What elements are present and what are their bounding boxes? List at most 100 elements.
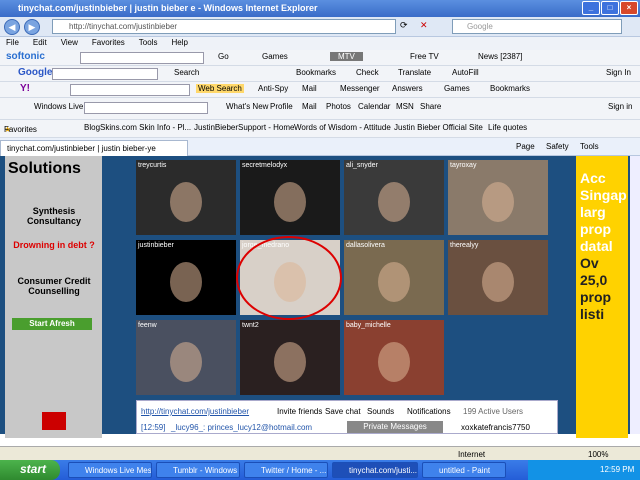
live-link-msn[interactable]: MSN bbox=[396, 102, 414, 111]
menu-tools[interactable]: Tools bbox=[139, 38, 158, 50]
camera-feed-treycurtis[interactable]: treycurtis bbox=[136, 160, 236, 235]
start-button[interactable]: start bbox=[0, 460, 60, 480]
fav-link-blogskins[interactable]: BlogSkins.com Skin Info - Pl... bbox=[84, 123, 191, 132]
left-advertisement[interactable] bbox=[5, 156, 102, 438]
camera-feed-secretmelodyx[interactable]: secretmelodyx bbox=[240, 160, 340, 235]
fav-link-bieber-support[interactable]: JustinBieberSupport - Home bbox=[194, 123, 295, 132]
camera-feed-therealyy[interactable]: therealyy bbox=[448, 240, 548, 315]
camera-feed-baby_michelle[interactable]: baby_michelle bbox=[344, 320, 444, 395]
softonic-games-button[interactable]: Games bbox=[262, 52, 288, 61]
camera-username: dallasolivera bbox=[346, 242, 385, 249]
fav-link-bieber-official[interactable]: Justin Bieber Official Site bbox=[394, 123, 483, 132]
zoom-level[interactable]: 100% bbox=[588, 450, 608, 459]
live-link-share[interactable]: Share bbox=[420, 102, 441, 111]
google-toolbar: Google Search Bookmarks Check Translate … bbox=[0, 66, 640, 82]
invite-friends-button[interactable]: Invite friends bbox=[277, 407, 322, 416]
ad-synthesis-text: Synthesis Consultancy bbox=[26, 206, 81, 226]
yahoo-bookmarks-button[interactable]: Bookmarks bbox=[490, 84, 530, 93]
messenger-button[interactable]: Messenger bbox=[340, 84, 380, 93]
camera-username: justinbieber bbox=[138, 242, 174, 249]
tools-menu-button[interactable]: Tools bbox=[580, 142, 599, 151]
menu-edit[interactable]: Edit bbox=[33, 38, 47, 50]
window-title-bar: tinychat.com/justinbieber | justin biebe… bbox=[0, 0, 640, 17]
google-logo: Google bbox=[18, 67, 53, 78]
save-chat-button[interactable]: Save chat bbox=[325, 407, 361, 416]
back-icon[interactable]: ◀ bbox=[4, 19, 20, 35]
live-signin-link[interactable]: Sign in bbox=[608, 102, 632, 111]
address-input[interactable]: http://tinychat.com/justinbieber bbox=[52, 19, 396, 34]
search-input[interactable]: Google bbox=[452, 19, 622, 34]
chat-message-text: _lucy96_: princes_lucy12@hotmail.com bbox=[171, 423, 313, 432]
menu-file[interactable]: File bbox=[6, 38, 19, 50]
tab-tinychat[interactable]: tinychat.com/justinbieber | justin biebe… bbox=[0, 140, 188, 156]
news-button[interactable]: News [2387] bbox=[478, 52, 522, 61]
system-tray: 12:59 PM bbox=[528, 460, 640, 480]
right-advertisement[interactable]: Acc Singap larg prop datal Ov 25,0 prop listi bbox=[576, 156, 628, 438]
answers-button[interactable]: Answers bbox=[392, 84, 423, 93]
chat-message-time: [12:59] bbox=[141, 423, 166, 432]
menu-help[interactable]: Help bbox=[171, 38, 187, 50]
notifications-checkbox[interactable]: Notifications bbox=[407, 407, 451, 416]
close-button[interactable]: × bbox=[620, 1, 638, 15]
sounds-checkbox[interactable]: Sounds bbox=[367, 407, 394, 416]
right-ad-line: prop bbox=[580, 221, 612, 237]
camera-username: twnt2 bbox=[242, 322, 259, 329]
webcam-person bbox=[170, 262, 202, 302]
autofill-button[interactable]: AutoFill bbox=[452, 68, 479, 77]
yahoo-mail-button[interactable]: Mail bbox=[302, 84, 317, 93]
task-paint[interactable]: untitled - Paint bbox=[422, 462, 506, 478]
menu-view[interactable]: View bbox=[61, 38, 78, 50]
room-url-link[interactable]: http://tinychat.com/justinbieber bbox=[141, 407, 249, 416]
windows-live-logo: Windows Live bbox=[34, 102, 84, 111]
softonic-search-input[interactable] bbox=[80, 52, 204, 64]
live-link-photos[interactable]: Photos bbox=[326, 102, 351, 111]
stop-icon[interactable]: ✕ bbox=[420, 20, 428, 31]
camera-username: tayroxay bbox=[450, 162, 477, 169]
yahoo-games-button[interactable]: Games bbox=[444, 84, 470, 93]
camera-feed-twnt2[interactable]: twnt2 bbox=[240, 320, 340, 395]
menu-favorites[interactable]: Favorites bbox=[92, 38, 125, 50]
live-search-input[interactable] bbox=[84, 102, 208, 114]
camera-feed-dallasolivera[interactable]: dallasolivera bbox=[344, 240, 444, 315]
live-link-calendar[interactable]: Calendar bbox=[358, 102, 390, 111]
camera-feed-feenw[interactable]: feenw bbox=[136, 320, 236, 395]
page-scrollbar[interactable] bbox=[630, 156, 640, 434]
google-search-input[interactable] bbox=[52, 68, 158, 80]
mtv-player[interactable]: MTV bbox=[330, 52, 363, 61]
fav-link-life-quotes[interactable]: Life quotes bbox=[488, 123, 527, 132]
private-messages-button[interactable]: Private Messages bbox=[347, 421, 443, 433]
fav-link-words-of-wisdom[interactable]: Words of Wisdom - Attitude bbox=[294, 123, 391, 132]
google-signin-link[interactable]: Sign In bbox=[606, 68, 631, 77]
start-afresh-button[interactable]: Start Afresh bbox=[12, 318, 92, 330]
minimize-button[interactable]: _ bbox=[582, 1, 600, 15]
live-link-profile[interactable]: Profile bbox=[270, 102, 293, 111]
free-tv-button[interactable]: Free TV bbox=[410, 52, 439, 61]
check-button[interactable]: Check bbox=[356, 68, 379, 77]
camera-feed-justinbieber[interactable]: justinbieber bbox=[136, 240, 236, 315]
webcam-person bbox=[274, 182, 306, 222]
page-menu-button[interactable]: Page bbox=[516, 142, 535, 151]
google-search-button[interactable]: Search bbox=[174, 68, 199, 77]
address-bar-row: ◀ ▶ http://tinychat.com/justinbieber ⟳ ✕… bbox=[0, 17, 640, 37]
live-link-mail[interactable]: Mail bbox=[302, 102, 317, 111]
softonic-go-button[interactable]: Go bbox=[218, 52, 229, 61]
google-bookmarks-button[interactable]: Bookmarks bbox=[296, 68, 336, 77]
refresh-icon[interactable]: ⟳ bbox=[400, 20, 408, 31]
forward-icon[interactable]: ▶ bbox=[24, 19, 40, 35]
camera-feed-tayroxay[interactable]: tayroxay bbox=[448, 160, 548, 235]
user-list-entry[interactable]: xoxkatefrancis7750 bbox=[461, 423, 530, 432]
camera-username: ali_snyder bbox=[346, 162, 378, 169]
task-tinychat[interactable]: tinychat.com/justi... bbox=[332, 462, 418, 478]
camera-feed-ali_snyder[interactable]: ali_snyder bbox=[344, 160, 444, 235]
maximize-button[interactable]: □ bbox=[601, 1, 619, 15]
right-ad-line: Ov bbox=[580, 255, 599, 271]
task-windows-live[interactable]: Windows Live Mes... bbox=[68, 462, 152, 478]
yahoo-search-input[interactable] bbox=[70, 84, 190, 96]
translate-button[interactable]: Translate bbox=[398, 68, 431, 77]
safety-menu-button[interactable]: Safety bbox=[546, 142, 569, 151]
anti-spy-button[interactable]: Anti-Spy bbox=[258, 84, 288, 93]
live-link-whatsnew[interactable]: What's New bbox=[226, 102, 268, 111]
task-twitter[interactable]: Twitter / Home - ... bbox=[244, 462, 328, 478]
task-tumblr[interactable]: Tumblr - Windows ... bbox=[156, 462, 240, 478]
web-search-button[interactable]: Web Search bbox=[196, 84, 244, 93]
